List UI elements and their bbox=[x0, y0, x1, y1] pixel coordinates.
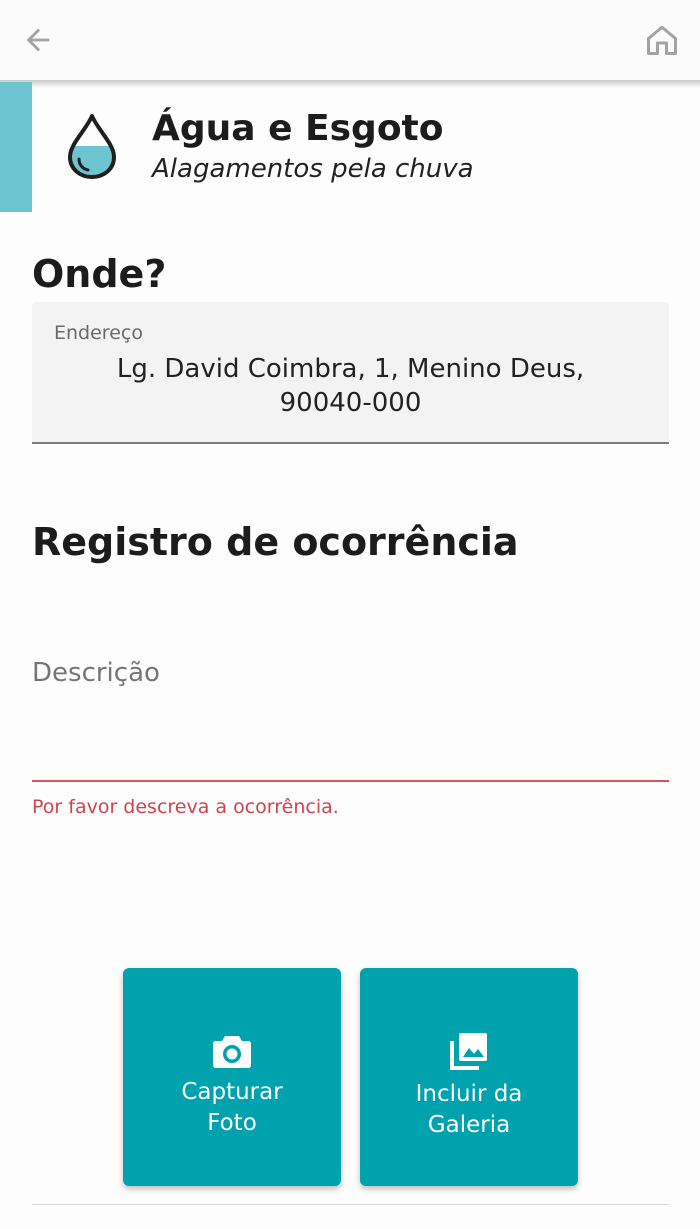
include-gallery-label: Incluir da Galeria bbox=[415, 1081, 523, 1138]
category-subtitle: Alagamentos pela chuva bbox=[152, 154, 474, 184]
description-label: Descrição bbox=[32, 658, 160, 688]
arrow-left-icon bbox=[26, 28, 50, 52]
description-input[interactable]: Descrição bbox=[32, 640, 669, 782]
category-header: Água e Esgoto Alagamentos pela chuva bbox=[0, 82, 700, 212]
bottom-divider bbox=[32, 1204, 669, 1205]
water-drop-icon bbox=[68, 114, 116, 179]
register-section-title: Registro de ocorrência bbox=[32, 520, 519, 564]
home-button[interactable] bbox=[636, 14, 688, 66]
back-button[interactable] bbox=[12, 14, 64, 66]
home-icon bbox=[647, 25, 677, 55]
address-field[interactable]: Endereço Lg. David Coimbra, 1, Menino De… bbox=[32, 302, 669, 444]
address-value: Lg. David Coimbra, 1, Menino Deus, 90040… bbox=[116, 354, 585, 418]
capture-photo-button[interactable]: Capturar Foto bbox=[123, 968, 341, 1186]
category-title: Água e Esgoto bbox=[152, 108, 444, 149]
photo-library-icon bbox=[450, 1033, 487, 1070]
category-accent-bar bbox=[0, 82, 32, 212]
address-label: Endereço bbox=[54, 322, 143, 344]
capture-photo-label: Capturar Foto bbox=[181, 1079, 283, 1136]
where-section-title: Onde? bbox=[32, 252, 167, 296]
description-error-message: Por favor descreva a ocorrência. bbox=[32, 796, 339, 818]
camera-icon bbox=[213, 1036, 251, 1068]
app-bar bbox=[0, 0, 700, 80]
include-gallery-button[interactable]: Incluir da Galeria bbox=[360, 968, 578, 1186]
